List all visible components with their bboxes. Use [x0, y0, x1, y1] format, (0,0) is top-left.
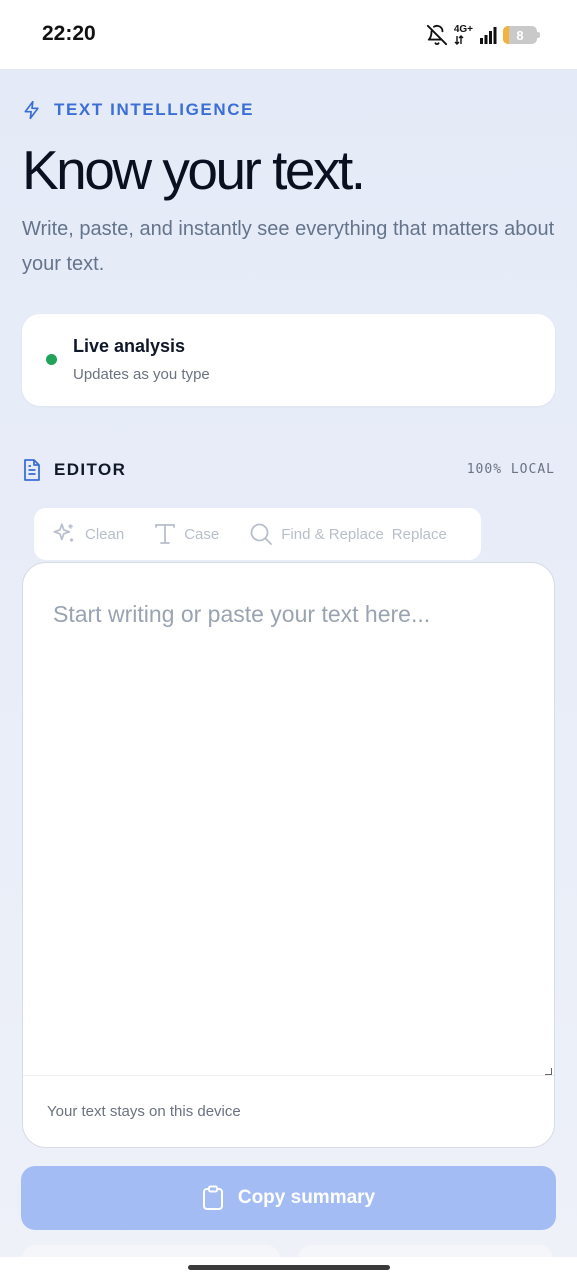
live-analysis-subtitle: Updates as you type [73, 366, 210, 383]
search-icon [250, 523, 273, 545]
eyebrow: TEXT INTELLIGENCE [22, 99, 254, 121]
copy-summary-label: Copy summary [237, 1187, 376, 1208]
editor-header: EDITOR 100% LOCAL [22, 458, 555, 482]
live-analysis-title: Live analysis [73, 336, 186, 356]
replace-label: Replace [391, 525, 447, 543]
local-badge: 100% LOCAL [466, 462, 555, 477]
status-time: 22:20 [42, 22, 96, 45]
clean-button[interactable]: Clean [51, 521, 124, 547]
clipboard-icon [202, 1185, 223, 1210]
find-replace-label: Find & Replace [281, 525, 384, 543]
page-title: Know your text. [22, 139, 366, 201]
text-editor[interactable] [23, 563, 554, 1075]
text-case-icon [155, 524, 176, 544]
network-indicator: 4G+ [454, 25, 473, 45]
battery-indicator: 8 [503, 26, 540, 44]
resize-handle[interactable] [545, 1068, 552, 1075]
editor-title: EDITOR [54, 460, 127, 479]
home-gesture-bar[interactable] [188, 1265, 390, 1270]
editor-container: Your text stays on this device [22, 562, 555, 1148]
case-label: Case [184, 525, 220, 543]
case-button[interactable]: Case [154, 522, 219, 546]
lightning-icon [24, 100, 39, 120]
page-subtitle: Write, paste, and instantly see everythi… [22, 218, 555, 275]
live-analysis-card: Live analysis Updates as you type [22, 314, 555, 406]
status-icons: 4G+ 8 [426, 24, 540, 46]
sparkle-icon [53, 523, 74, 542]
find-replace-button[interactable]: Find & Replace [249, 522, 384, 546]
live-status-dot [46, 354, 57, 365]
battery-level: 8 [516, 27, 524, 43]
privacy-note: Your text stays on this device [47, 1103, 241, 1120]
data-arrows-icon [454, 35, 464, 45]
editor-toolbar: Clean Case Find & Replace Replace [34, 508, 481, 560]
bell-off-icon [426, 24, 447, 46]
clean-label: Clean [85, 525, 125, 543]
document-icon [24, 459, 40, 481]
eyebrow-label: TEXT INTELLIGENCE [54, 100, 255, 119]
status-bar: 22:20 4G+ 8 [0, 0, 577, 69]
navigation-bar [0, 1257, 577, 1280]
replace-button[interactable]: Replace [392, 526, 447, 543]
copy-summary-button[interactable]: Copy summary [21, 1166, 556, 1230]
network-type: 4G+ [453, 24, 473, 35]
editor-divider [23, 1075, 554, 1076]
signal-icon [480, 27, 497, 44]
